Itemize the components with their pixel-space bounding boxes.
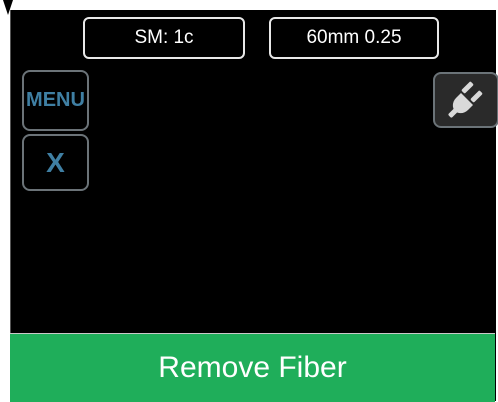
fiber-mode-indicator[interactable]: SM: 1c — [83, 17, 245, 59]
menu-button-label: MENU — [26, 89, 85, 111]
status-message: Remove Fiber — [158, 351, 347, 384]
plug-icon — [448, 81, 483, 118]
power-button[interactable] — [433, 72, 498, 128]
menu-button[interactable]: MENU — [22, 70, 89, 131]
cleave-setting-indicator[interactable]: 60mm 0.25 — [269, 17, 439, 59]
close-button[interactable]: X — [22, 134, 89, 191]
close-button-label: X — [46, 146, 65, 178]
device-frame: SM: 1c 60mm 0.25 MENU X Remove Fiber — [0, 0, 498, 402]
status-bar: Remove Fiber — [10, 333, 495, 402]
